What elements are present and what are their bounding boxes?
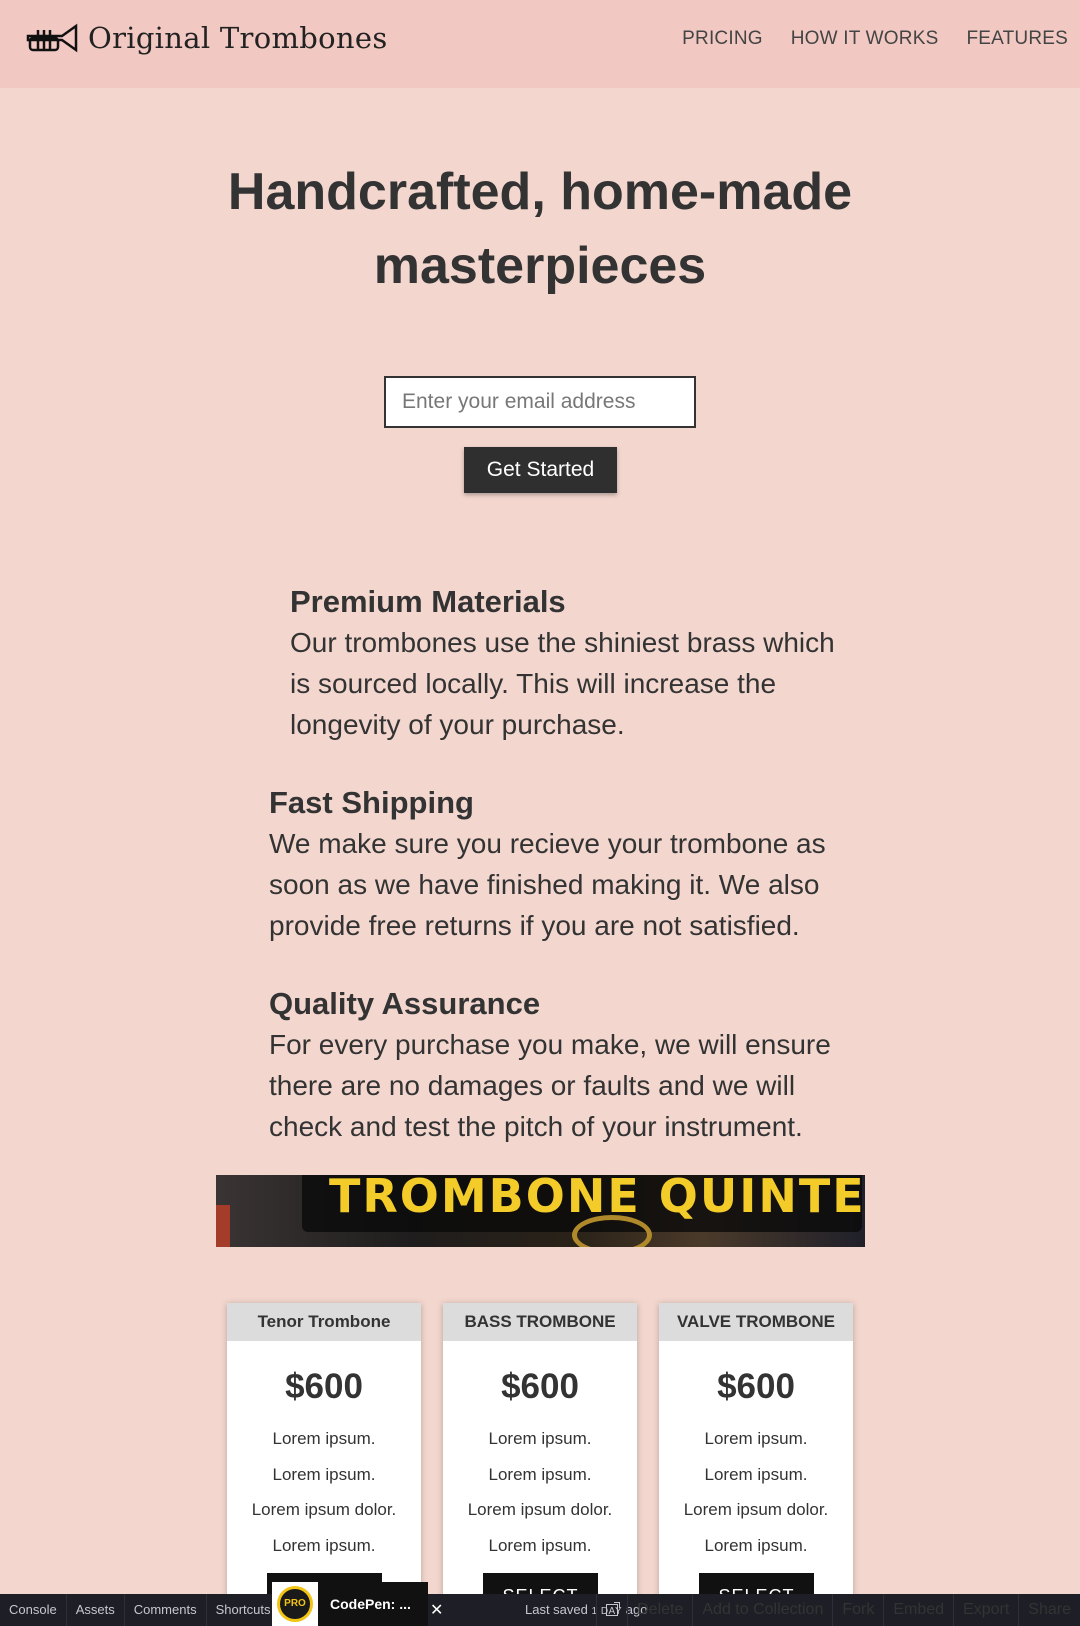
hero-title: Handcrafted, home-made masterpieces bbox=[0, 155, 1080, 303]
list-item: Lorem ipsum. bbox=[704, 1535, 808, 1555]
card-feature-list: Lorem ipsum. Lorem ipsum. Lorem ipsum do… bbox=[227, 1421, 421, 1563]
list-item: Lorem ipsum dolor. bbox=[251, 1500, 397, 1519]
saved-prefix: Last saved bbox=[525, 1602, 588, 1617]
list-item: Lorem ipsum. bbox=[272, 1535, 376, 1555]
list-item: Lorem ipsum. bbox=[488, 1464, 592, 1484]
export-button[interactable]: Export bbox=[953, 1594, 1018, 1626]
get-started-button[interactable]: Get Started bbox=[464, 447, 617, 493]
comments-button[interactable]: Comments bbox=[125, 1594, 207, 1626]
feature-text: For every purchase you make, we will ens… bbox=[269, 1029, 831, 1142]
embed-button[interactable]: Embed bbox=[883, 1594, 953, 1626]
nav-link-pricing[interactable]: PRICING bbox=[682, 28, 763, 50]
list-item: Lorem ipsum. bbox=[488, 1429, 592, 1448]
open-external-button[interactable] bbox=[596, 1594, 627, 1626]
feature-text: We make sure you recieve your trombone a… bbox=[269, 828, 826, 941]
feature-quality-assurance: Quality Assurance For every purchase you… bbox=[269, 984, 859, 1147]
logo[interactable]: Original Trombones bbox=[26, 20, 388, 56]
shortcuts-button[interactable]: Shortcuts bbox=[207, 1594, 281, 1626]
feature-text: Our trombones use the shiniest brass whi… bbox=[290, 627, 835, 740]
feature-title: Quality Assurance bbox=[269, 986, 541, 1021]
codepen-pro-popup[interactable]: PRO CodePen: ... bbox=[272, 1582, 428, 1626]
codepen-actions: Delete Add to Collection Fork Embed Expo… bbox=[596, 1594, 1080, 1626]
fork-button[interactable]: Fork bbox=[832, 1594, 883, 1626]
pricing-card-tenor: Tenor Trombone $600 Lorem ipsum. Lorem i… bbox=[227, 1303, 421, 1626]
pro-badge-icon: PRO bbox=[272, 1582, 318, 1626]
close-icon[interactable]: ✕ bbox=[430, 1600, 443, 1620]
pro-popup-title: CodePen: ... bbox=[330, 1596, 411, 1612]
trombone-icon bbox=[26, 23, 78, 53]
feature-premium-materials: Premium Materials Our trombones use the … bbox=[290, 582, 860, 745]
delete-button[interactable]: Delete bbox=[627, 1594, 692, 1626]
hero-title-text: Handcrafted, home-made masterpieces bbox=[227, 163, 853, 295]
list-item: Lorem ipsum. bbox=[488, 1535, 592, 1555]
trombone-quintet-video[interactable]: TROMBONE QUINTET bbox=[216, 1175, 865, 1247]
card-title: Tenor Trombone bbox=[227, 1303, 421, 1341]
list-item: Lorem ipsum dolor. bbox=[467, 1500, 613, 1519]
add-to-collection-button[interactable]: Add to Collection bbox=[692, 1594, 832, 1626]
card-price: $600 bbox=[501, 1367, 579, 1406]
assets-button[interactable]: Assets bbox=[67, 1594, 125, 1626]
list-item: Lorem ipsum. bbox=[704, 1429, 808, 1448]
nav-link-how-it-works[interactable]: HOW IT WORKS bbox=[791, 28, 939, 50]
card-title: VALVE TROMBONE bbox=[659, 1303, 853, 1341]
card-price: $600 bbox=[717, 1367, 795, 1406]
card-feature-list: Lorem ipsum. Lorem ipsum. Lorem ipsum do… bbox=[659, 1421, 853, 1563]
nav-link-features[interactable]: FEATURES bbox=[966, 28, 1068, 50]
list-item: Lorem ipsum. bbox=[272, 1464, 376, 1484]
card-feature-list: Lorem ipsum. Lorem ipsum. Lorem ipsum do… bbox=[443, 1421, 637, 1563]
main-nav: PRICING HOW IT WORKS FEATURES bbox=[682, 28, 1068, 50]
external-link-icon bbox=[606, 1601, 621, 1616]
feature-title: Premium Materials bbox=[290, 584, 566, 619]
site-header: Original Trombones PRICING HOW IT WORKS … bbox=[0, 0, 1080, 88]
feature-fast-shipping: Fast Shipping We make sure you recieve y… bbox=[269, 783, 859, 946]
pricing-card-bass: BASS TROMBONE $600 Lorem ipsum. Lorem ip… bbox=[443, 1303, 637, 1626]
brand-name: Original Trombones bbox=[88, 21, 388, 55]
list-item: Lorem ipsum. bbox=[704, 1464, 808, 1484]
email-input[interactable] bbox=[384, 376, 696, 428]
console-button[interactable]: Console bbox=[0, 1594, 67, 1626]
share-button[interactable]: Share bbox=[1018, 1594, 1080, 1626]
card-price: $600 bbox=[285, 1367, 363, 1406]
banner-title: TROMBONE QUINTET bbox=[329, 1175, 865, 1223]
card-title: BASS TROMBONE bbox=[443, 1303, 637, 1341]
list-item: Lorem ipsum dolor. bbox=[683, 1500, 829, 1519]
feature-title: Fast Shipping bbox=[269, 785, 474, 820]
pricing-card-valve: VALVE TROMBONE $600 Lorem ipsum. Lorem i… bbox=[659, 1303, 853, 1626]
list-item: Lorem ipsum. bbox=[272, 1429, 376, 1448]
